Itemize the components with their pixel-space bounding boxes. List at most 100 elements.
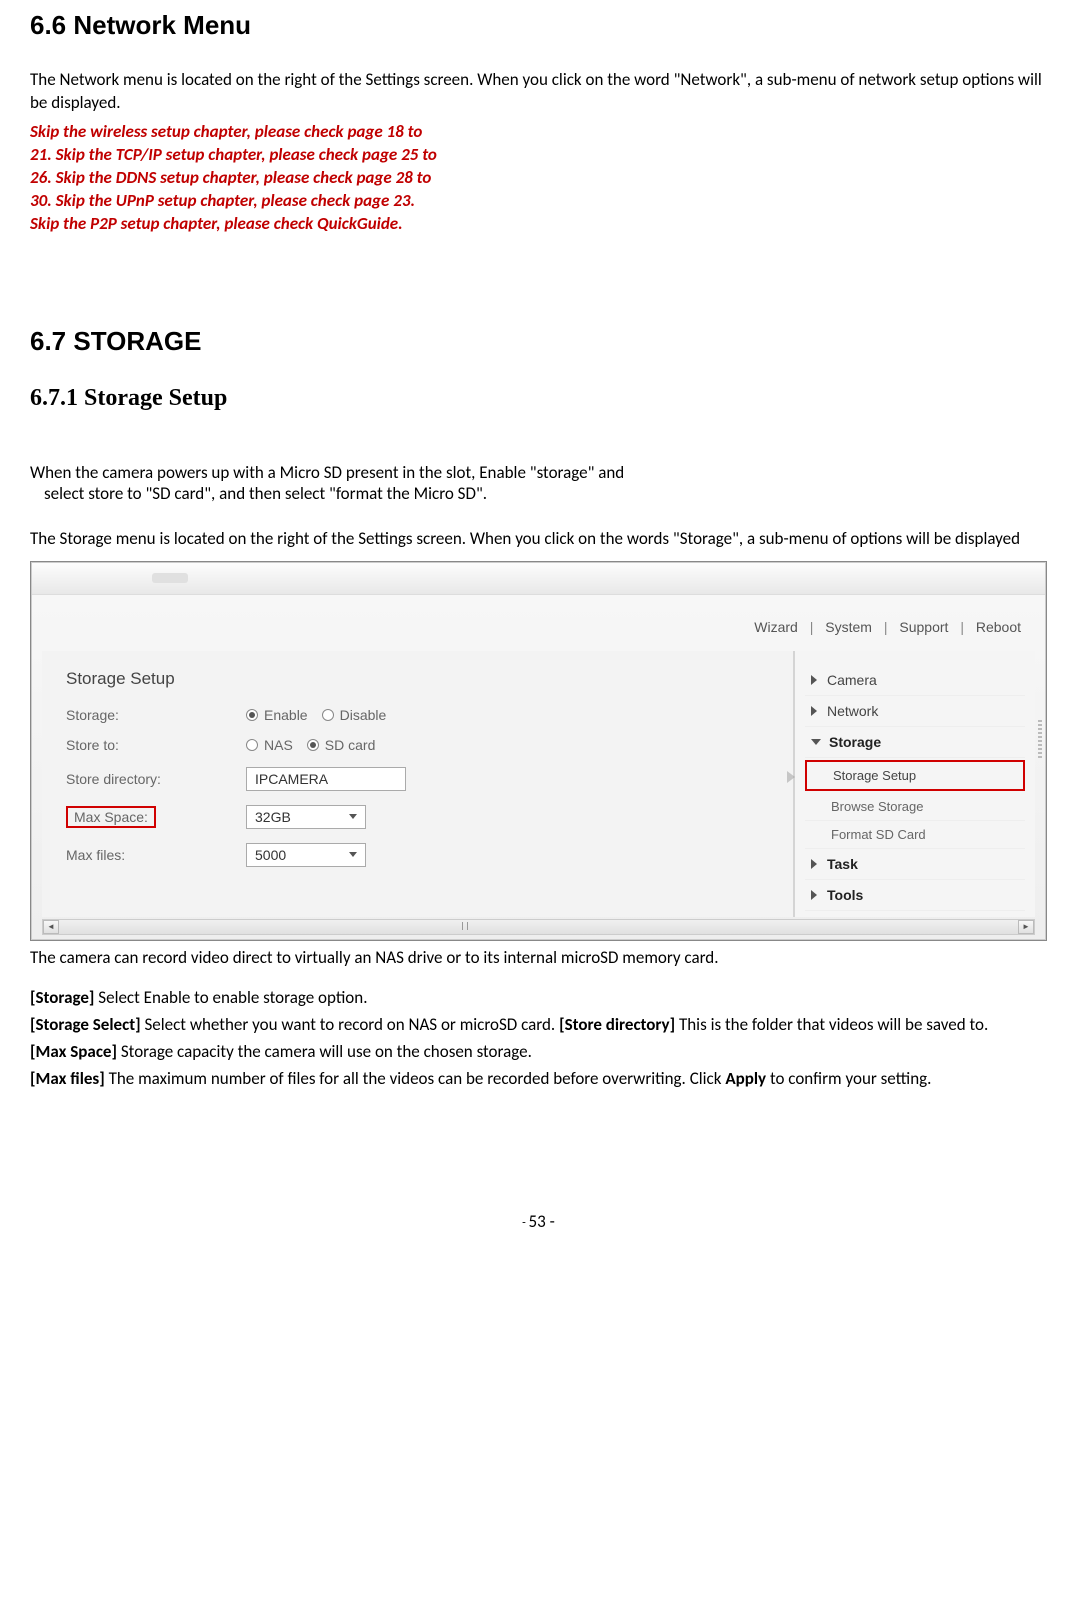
skip-notes: Skip the wireless setup chapter, please … [30, 121, 1047, 236]
network-intro-text: The Network menu is located on the right… [30, 69, 1047, 115]
chevron-right-icon [811, 675, 817, 685]
bullet-apply-label: Apply [725, 1068, 766, 1089]
radio-sd[interactable] [307, 739, 319, 751]
app-body: Storage Setup Storage: Enable Disable St… [42, 651, 1035, 917]
side-item-label: Network [827, 703, 878, 719]
bullet-max-space-text: Storage capacity the camera will use on … [117, 1041, 532, 1062]
bullet-storage: [Storage] Select Enable to enable storag… [30, 987, 1047, 1010]
row-storage: Storage: Enable Disable [66, 707, 773, 723]
radio-sd-label: SD card [325, 737, 376, 753]
label-max-space-highlight: Max Space: [66, 806, 156, 828]
bullet-storage-label: [Storage] [30, 987, 94, 1008]
bullet-storage-text: Select Enable to enable storage option. [94, 987, 367, 1008]
select-max-space-value: 32GB [255, 809, 291, 825]
nav-sep: | [884, 619, 888, 635]
input-store-dir[interactable]: IPCAMERA [246, 767, 406, 791]
heading-storage-setup: 6.7.1 Storage Setup [30, 385, 1047, 412]
label-store-dir: Store directory: [66, 771, 246, 787]
row-store-dir: Store directory: IPCAMERA [66, 767, 773, 791]
scroll-track[interactable] [59, 920, 1018, 934]
nav-support[interactable]: Support [899, 619, 948, 635]
app-window: Wizard | System | Support | Reboot Stora… [31, 562, 1046, 940]
main-panel: Storage Setup Storage: Enable Disable St… [42, 651, 795, 917]
radio-nas-label: NAS [264, 737, 293, 753]
resize-hint [1038, 720, 1042, 760]
radio-enable-label: Enable [264, 707, 308, 723]
bullet-max-space: [Max Space] Storage capacity the camera … [30, 1041, 1047, 1064]
top-nav: Wizard | System | Support | Reboot [750, 619, 1025, 635]
overflow-chevron-icon [787, 771, 795, 783]
side-item-label: Storage [829, 734, 881, 750]
select-max-space[interactable]: 32GB [246, 805, 366, 829]
radio-nas[interactable] [246, 739, 258, 751]
row-max-files: Max files: 5000 [66, 843, 773, 867]
side-sub-storage-setup[interactable]: Storage Setup [805, 760, 1025, 791]
bullet-select-label: [Storage Select] [30, 1014, 141, 1035]
bullet-dir-label: [Store directory] [559, 1014, 675, 1035]
nav-system[interactable]: System [825, 619, 872, 635]
nav-sep: | [810, 619, 814, 635]
after-image-text: The camera can record video direct to vi… [30, 947, 1047, 970]
chevron-down-icon [811, 739, 821, 745]
page-footer: - 53 - [30, 1211, 1047, 1232]
row-max-space: Max Space: 32GB [66, 805, 773, 829]
side-item-storage[interactable]: Storage [805, 727, 1025, 758]
side-sub-format-sd[interactable]: Format SD Card [805, 821, 1025, 849]
storage-p1: When the camera powers up with a Micro S… [30, 462, 1047, 504]
bullet-max-space-label: [Max Space] [30, 1041, 117, 1062]
nav-sep: | [960, 619, 964, 635]
label-storage: Storage: [66, 707, 246, 723]
scroll-right-button[interactable]: ► [1018, 920, 1034, 934]
horizontal-scrollbar[interactable]: ◄ ► [42, 919, 1035, 935]
bullet-select-text: Select whether you want to record on NAS… [141, 1014, 559, 1035]
storage-p1-line2: select store to "SD card", and then sele… [44, 483, 1047, 504]
radio-enable[interactable] [246, 709, 258, 721]
side-item-label: Tools [827, 887, 863, 903]
storage-setup-screenshot: Wizard | System | Support | Reboot Stora… [30, 561, 1047, 941]
side-item-task[interactable]: Task [805, 849, 1025, 880]
label-max-space: Max Space: [66, 809, 246, 825]
label-store-to: Store to: [66, 737, 246, 753]
row-store-to: Store to: NAS SD card [66, 737, 773, 753]
page-number: 53 [529, 1211, 546, 1232]
side-item-camera[interactable]: Camera [805, 665, 1025, 696]
side-sub-browse-storage[interactable]: Browse Storage [805, 793, 1025, 821]
storage-p2: The Storage menu is located on the right… [30, 528, 1047, 551]
side-item-label: Camera [827, 672, 877, 688]
chevron-right-icon [811, 706, 817, 716]
skip-note-line: Skip the P2P setup chapter, please check… [30, 213, 1047, 236]
bullet-dir-text: This is the folder that videos will be s… [675, 1014, 988, 1035]
page-dash-right: - [546, 1211, 555, 1232]
side-nav: Camera Network Storage Storage Setup Bro… [795, 651, 1035, 917]
bullet-max-files-text: The maximum number of files for all the … [105, 1068, 726, 1089]
chevron-down-icon [349, 814, 357, 819]
label-max-files: Max files: [66, 847, 246, 863]
bullet-storage-select: [Storage Select] Select whether you want… [30, 1014, 1047, 1037]
storage-p1-line1: When the camera powers up with a Micro S… [30, 462, 1047, 483]
radio-disable-label: Disable [340, 707, 387, 723]
nav-reboot[interactable]: Reboot [976, 619, 1021, 635]
select-max-files[interactable]: 5000 [246, 843, 366, 867]
scroll-thumb-grip-icon [462, 922, 468, 930]
window-titlebar [32, 563, 1045, 595]
chevron-down-icon [349, 852, 357, 857]
bullet-max-files-label: [Max files] [30, 1068, 105, 1089]
bullet-max-files: [Max files] The maximum number of files … [30, 1068, 1047, 1091]
select-max-files-value: 5000 [255, 847, 286, 863]
chevron-right-icon [811, 890, 817, 900]
skip-note-line: 30. Skip the UPnP setup chapter, please … [30, 190, 1047, 213]
skip-note-line: 21. Skip the TCP/IP setup chapter, pleas… [30, 144, 1047, 167]
scroll-left-button[interactable]: ◄ [43, 920, 59, 934]
chevron-right-icon [811, 859, 817, 869]
nav-wizard[interactable]: Wizard [754, 619, 798, 635]
panel-title: Storage Setup [66, 669, 773, 689]
skip-note-line: 26. Skip the DDNS setup chapter, please … [30, 167, 1047, 190]
heading-network-menu: 6.6 Network Menu [30, 10, 1047, 41]
bullet-apply-tail: to confirm your setting. [766, 1068, 931, 1089]
side-item-tools[interactable]: Tools [805, 880, 1025, 911]
skip-note-line: Skip the wireless setup chapter, please … [30, 121, 1047, 144]
side-item-network[interactable]: Network [805, 696, 1025, 727]
side-item-label: Task [827, 856, 858, 872]
heading-storage: 6.7 STORAGE [30, 326, 1047, 357]
radio-disable[interactable] [322, 709, 334, 721]
